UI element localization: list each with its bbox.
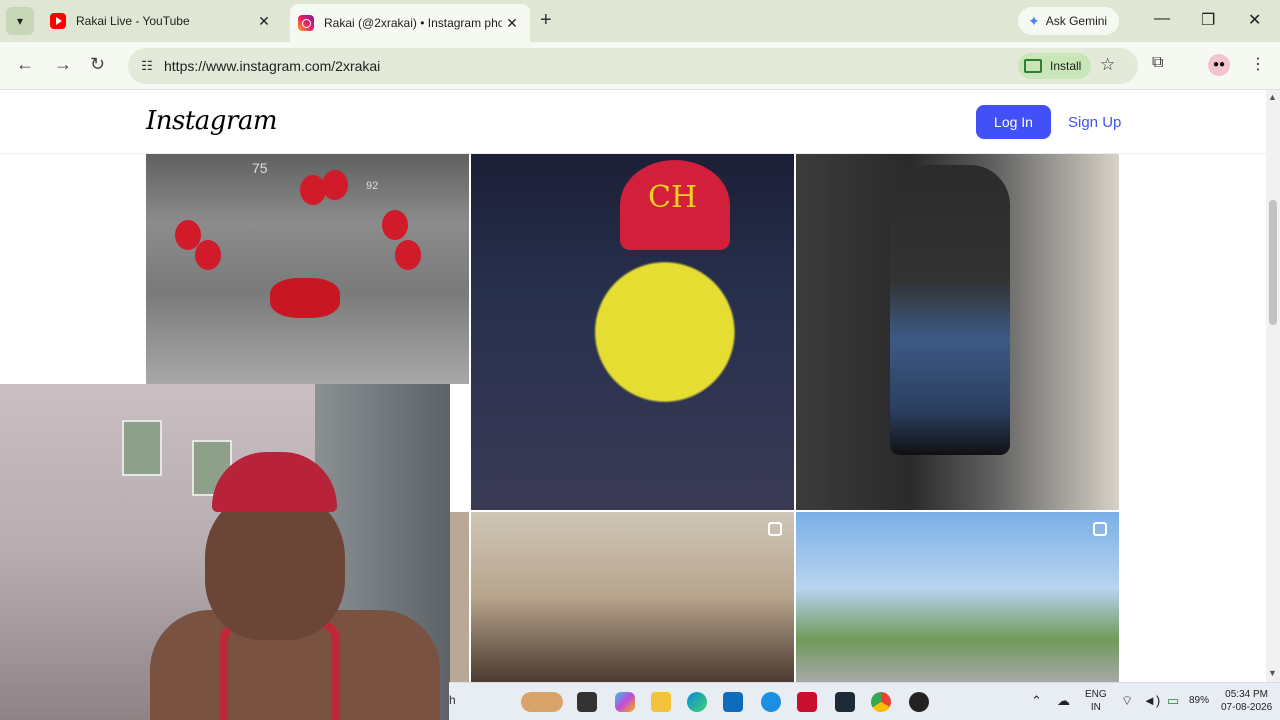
balloon-shape: [382, 210, 408, 240]
volume-icon[interactable]: ◄): [1143, 693, 1160, 708]
clock[interactable]: 05:34 PM 07-08-2026: [1221, 688, 1272, 714]
battery-icon[interactable]: ▭: [1167, 693, 1179, 709]
forward-arrow-icon[interactable]: →: [54, 54, 72, 75]
dropbox-icon[interactable]: [835, 692, 855, 712]
chevron-down-icon: ▾: [16, 14, 24, 28]
balloon-shape: [322, 170, 348, 200]
person-face-shape: [205, 490, 345, 640]
new-tab-button[interactable]: +: [540, 9, 552, 32]
url-text[interactable]: https://www.instagram.com/2xrakai: [164, 58, 380, 74]
scrollbar-thumb[interactable]: [1269, 200, 1277, 325]
back-arrow-icon[interactable]: ←: [16, 54, 34, 75]
edge-icon[interactable]: [687, 692, 707, 712]
person-silhouette: [890, 165, 1010, 455]
tab-title: Rakai Live - YouTube: [76, 14, 190, 28]
store-icon[interactable]: [723, 692, 743, 712]
bookmark-star-icon[interactable]: ☆: [1100, 55, 1115, 75]
browser-tab-strip: ▾ Rakai Live - YouTube ✕ Rakai (@2xrakai…: [0, 0, 1280, 42]
balloon-shape: [395, 240, 421, 270]
gift-bow-shape: [270, 278, 340, 318]
restore-icon[interactable]: ❐: [1201, 10, 1215, 30]
copilot-icon[interactable]: [615, 692, 635, 712]
balloon-shape: [195, 240, 221, 270]
help-icon[interactable]: [761, 692, 781, 712]
youtube-icon: [50, 13, 66, 29]
tab-title: Rakai (@2xrakai) • Instagram photos a: [324, 16, 502, 30]
sign-text: 92: [366, 180, 379, 192]
minimize-icon[interactable]: —: [1154, 10, 1170, 28]
profile-avatar[interactable]: ●●: [1208, 54, 1230, 76]
task-view-icon[interactable]: [577, 692, 597, 712]
install-label: Install: [1050, 59, 1082, 73]
tab-youtube[interactable]: Rakai Live - YouTube ✕: [42, 6, 282, 36]
post-thumbnail-partial[interactable]: [448, 512, 469, 682]
close-icon[interactable]: ✕: [502, 15, 522, 32]
address-bar[interactable]: ☷ https://www.instagram.com/2xrakai Inst…: [128, 48, 1138, 84]
tab-instagram[interactable]: Rakai (@2xrakai) • Instagram photos a ✕: [290, 4, 530, 42]
signup-link[interactable]: Sign Up: [1068, 114, 1121, 131]
install-icon: [1024, 59, 1042, 73]
tab-search-button[interactable]: ▾: [6, 7, 34, 35]
date-text: 07-08-2026: [1221, 702, 1273, 713]
site-info-icon[interactable]: ☷: [136, 58, 158, 74]
ask-gemini-button[interactable]: ✦ Ask Gemini: [1018, 7, 1120, 35]
taskbar-search-text[interactable]: h: [449, 693, 456, 707]
browser-toolbar: ← → ↻ ☷ https://www.instagram.com/2xraka…: [0, 42, 1280, 90]
app-icon[interactable]: [909, 692, 929, 712]
language-indicator[interactable]: ENG IN: [1085, 688, 1107, 714]
window-close-icon[interactable]: ✕: [1248, 10, 1261, 30]
reload-icon[interactable]: ↻: [90, 54, 105, 75]
time-text: 05:34 PM: [1225, 689, 1268, 700]
region-code: IN: [1090, 702, 1101, 713]
scroll-down-icon[interactable]: ▼: [1268, 668, 1277, 678]
more-menu-icon[interactable]: ⋮: [1250, 54, 1266, 74]
chevron-up-icon[interactable]: ⌃: [1031, 693, 1042, 709]
wifi-icon[interactable]: ⌔: [1121, 693, 1133, 709]
instagram-logo[interactable]: Instagram: [146, 106, 278, 136]
install-app-button[interactable]: Install: [1018, 53, 1092, 79]
ask-gemini-label: Ask Gemini: [1045, 14, 1108, 28]
post-thumbnail-6[interactable]: [796, 512, 1119, 682]
cap-logo-text: CH: [648, 180, 698, 215]
file-explorer-icon[interactable]: [651, 692, 671, 712]
page-scrollbar[interactable]: ▲ ▼: [1266, 90, 1280, 682]
carousel-icon: [1093, 522, 1107, 536]
battery-percent: 89%: [1189, 695, 1210, 706]
post-thumbnail-5[interactable]: [471, 512, 794, 682]
windows-taskbar: h ⌃ ☁ ENG IN ⌔ ◄) ▭ 89% 05:34 PM 07-08-2…: [449, 682, 1280, 720]
carousel-icon: [768, 522, 782, 536]
cloud-icon[interactable]: ☁: [1057, 693, 1070, 709]
language-code: ENG: [1085, 689, 1107, 700]
extensions-puzzle-icon[interactable]: ⧉: [1152, 54, 1163, 72]
gemini-sparkle-icon: ✦: [1028, 12, 1040, 29]
chrome-icon[interactable]: [871, 692, 891, 712]
sign-text: 75: [252, 160, 268, 176]
wall-poster: [122, 420, 162, 476]
login-button[interactable]: Log In: [976, 105, 1051, 139]
scroll-up-icon[interactable]: ▲: [1268, 92, 1277, 102]
search-highlight-icon[interactable]: [521, 692, 563, 712]
instagram-header: Instagram Log In Sign Up: [0, 90, 1266, 154]
mcafee-icon[interactable]: [797, 692, 817, 712]
close-icon[interactable]: ✕: [254, 13, 274, 30]
instagram-icon: [298, 15, 314, 31]
